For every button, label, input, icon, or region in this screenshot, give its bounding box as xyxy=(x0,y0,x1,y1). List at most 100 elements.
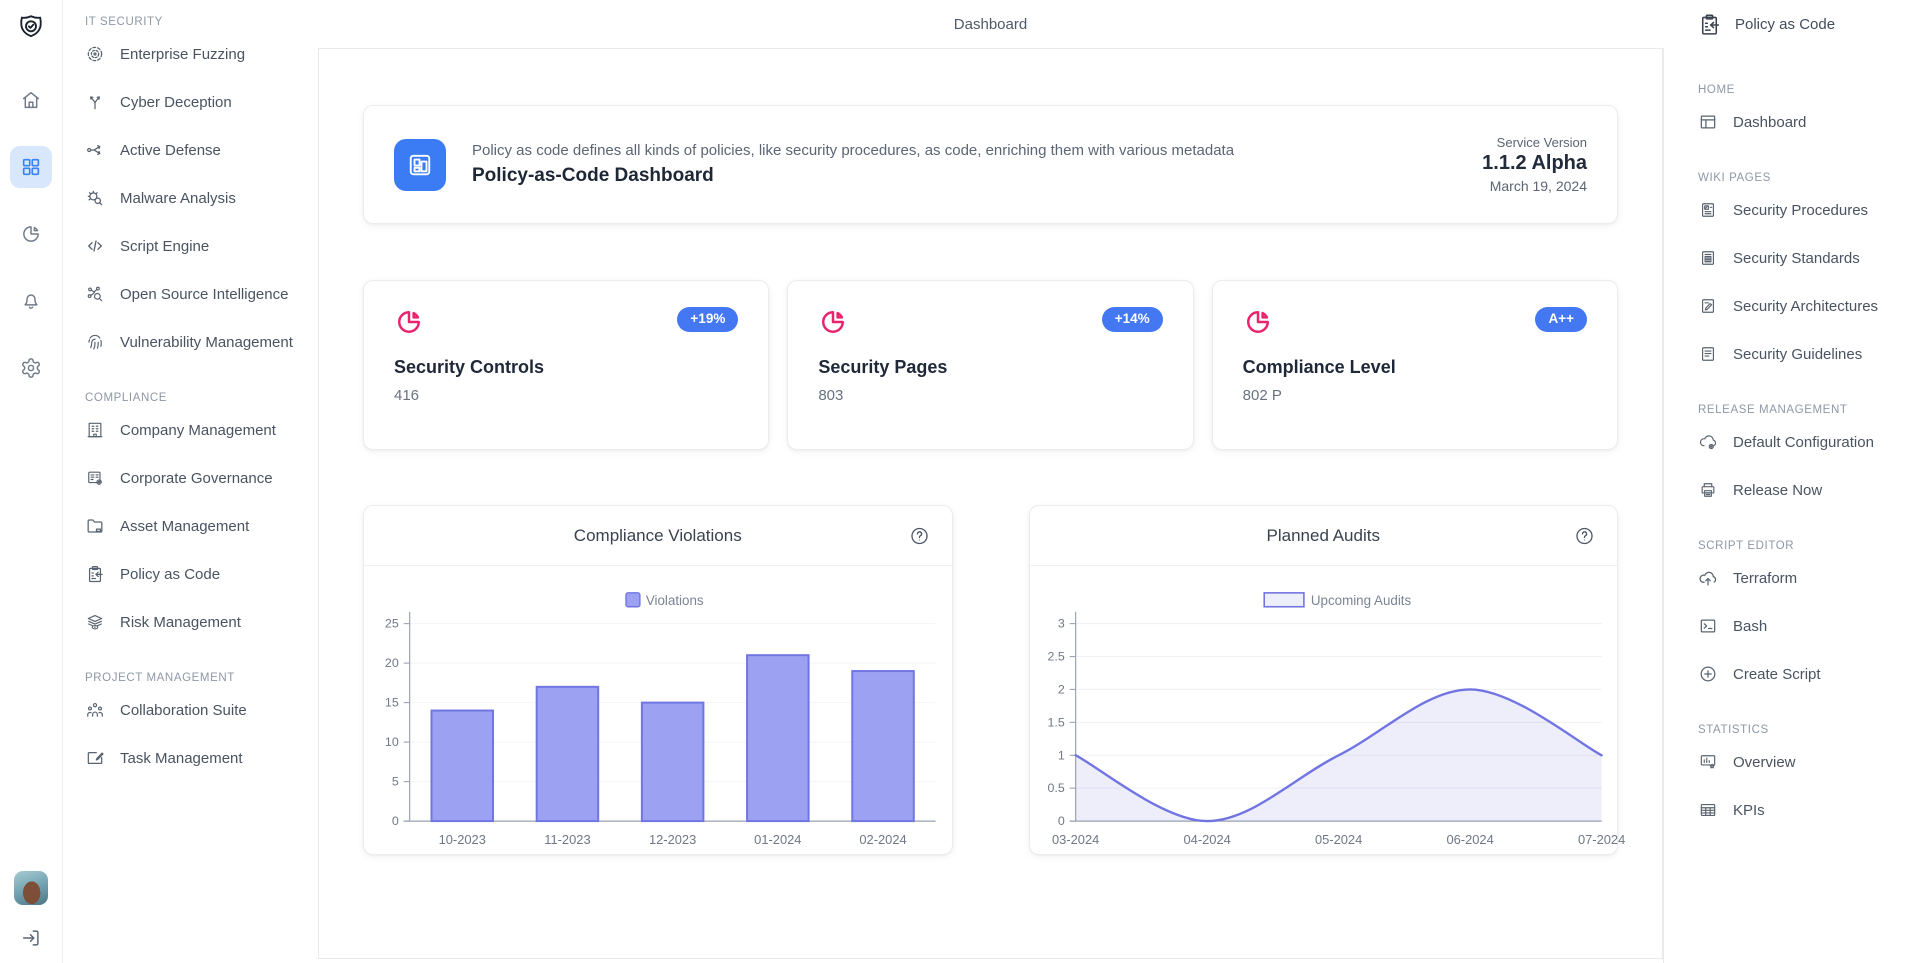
nav-item-label: Overview xyxy=(1733,754,1796,771)
chart-card-line: Planned Audits00.511.522.5303-202404-202… xyxy=(1029,505,1619,855)
stat-badge: +19% xyxy=(677,307,738,332)
nav-item-overview[interactable]: Overview xyxy=(1698,738,1908,786)
nav-item-label: Risk Management xyxy=(120,614,241,631)
nav-item-label: Asset Management xyxy=(120,518,249,535)
nav-item-label: Security Standards xyxy=(1733,250,1860,267)
document-gear-icon xyxy=(85,468,105,488)
nav-item-label: Bash xyxy=(1733,618,1767,635)
nav-item-active-defense[interactable]: Active Defense xyxy=(85,126,300,174)
rail-item-home-icon[interactable] xyxy=(10,79,52,121)
stat-title: Security Pages xyxy=(818,357,1162,378)
nav-item-asset-management[interactable]: Asset Management xyxy=(85,502,300,550)
main-panel: Policy as code defines all kinds of poli… xyxy=(318,48,1663,959)
header-card-description: Policy as code defines all kinds of poli… xyxy=(472,142,1234,159)
window-layout-icon xyxy=(1698,112,1718,132)
svg-text:0.5: 0.5 xyxy=(1047,781,1064,795)
network-search-icon xyxy=(85,284,105,304)
nav-section: SCRIPT EDITOR Terraform Bash Create Script xyxy=(1698,540,1908,698)
stat-badge: +14% xyxy=(1102,307,1163,332)
nav-item-risk-management[interactable]: Risk Management xyxy=(85,598,300,646)
svg-text:0: 0 xyxy=(1057,814,1064,828)
service-version-value: 1.1.2 Alpha xyxy=(1482,152,1587,175)
edit-board-icon xyxy=(85,748,105,768)
nav-item-security-architectures[interactable]: Security Architectures xyxy=(1698,282,1908,330)
nav-item-label: Security Guidelines xyxy=(1733,346,1862,363)
building-icon xyxy=(85,420,105,440)
nav-item-cyber-deception[interactable]: Cyber Deception xyxy=(85,78,300,126)
nav-item-release-now[interactable]: Release Now xyxy=(1698,466,1908,514)
nav-section-header: WIKI PAGES xyxy=(1698,172,1908,184)
nav-item-corporate-governance[interactable]: Corporate Governance xyxy=(85,454,300,502)
nav-item-default-configuration[interactable]: Default Configuration xyxy=(1698,418,1908,466)
nav-section: IT SECURITYEnterprise FuzzingCyber Decep… xyxy=(85,16,300,366)
help-icon[interactable] xyxy=(1574,525,1595,546)
service-version-block: Service Version 1.1.2 Alpha March 19, 20… xyxy=(1482,135,1587,194)
rail-item-grid-icon[interactable] xyxy=(10,146,52,188)
rail-item-gear-icon[interactable] xyxy=(10,347,52,389)
nav-item-open-source-intelligence[interactable]: Open Source Intelligence xyxy=(85,270,300,318)
svg-text:2.5: 2.5 xyxy=(1047,650,1064,664)
nav-item-kpis[interactable]: KPIs xyxy=(1698,786,1908,834)
nav-item-collaboration-suite[interactable]: Collaboration Suite xyxy=(85,686,300,734)
nav-item-dashboard[interactable]: Dashboard xyxy=(1698,98,1908,146)
svg-text:01-2024: 01-2024 xyxy=(754,832,801,847)
users-icon xyxy=(85,700,105,720)
nav-item-security-procedures[interactable]: Security Procedures xyxy=(1698,186,1908,234)
svg-text:02-2024: 02-2024 xyxy=(859,832,906,847)
rail-item-pie-chart-icon[interactable] xyxy=(10,213,52,255)
nav-item-create-script[interactable]: Create Script xyxy=(1698,650,1908,698)
app-root: IT SECURITYEnterprise FuzzingCyber Decep… xyxy=(0,0,1920,963)
chart-title: Planned Audits xyxy=(1267,526,1380,546)
user-avatar[interactable] xyxy=(14,871,48,905)
presentation-chart-icon xyxy=(1698,752,1718,772)
main-column: Dashboard Policy as code defines all kin… xyxy=(318,0,1663,963)
svg-text:5: 5 xyxy=(392,775,399,789)
doc-grid-icon xyxy=(1698,248,1718,268)
svg-text:05-2024: 05-2024 xyxy=(1314,832,1361,847)
nav-item-company-management[interactable]: Company Management xyxy=(85,406,300,454)
stat-card-top: +19% xyxy=(394,307,738,337)
logout-icon[interactable] xyxy=(20,927,42,949)
nav-item-security-guidelines[interactable]: Security Guidelines xyxy=(1698,330,1908,378)
chart-card-bar: Compliance Violations051015202510-202311… xyxy=(363,505,953,855)
stat-card-top: A++ xyxy=(1243,307,1587,337)
stats-row: +19%Security Controls416+14%Security Pag… xyxy=(363,280,1618,450)
left-rail xyxy=(0,0,63,963)
bell-icon xyxy=(20,290,42,312)
nav-item-vulnerability-management[interactable]: Vulnerability Management xyxy=(85,318,300,366)
svg-text:11-2023: 11-2023 xyxy=(544,832,590,847)
stat-value: 803 xyxy=(818,387,1162,404)
nav-item-enterprise-fuzzing[interactable]: Enterprise Fuzzing xyxy=(85,30,300,78)
nav-item-task-management[interactable]: Task Management xyxy=(85,734,300,782)
nav-item-label: KPIs xyxy=(1733,802,1765,819)
nav-item-policy-as-code[interactable]: Policy as Code xyxy=(85,550,300,598)
nav-section: WIKI PAGES Security Procedures Security St… xyxy=(1698,172,1908,378)
svg-text:03-2024: 03-2024 xyxy=(1052,832,1099,847)
folder-icon xyxy=(85,516,105,536)
header-card-title: Policy-as-Code Dashboard xyxy=(472,165,1234,187)
dashboard-tile-icon xyxy=(405,150,435,180)
help-icon[interactable] xyxy=(909,525,930,546)
nav-item-terraform[interactable]: Terraform xyxy=(1698,554,1908,602)
nav-section: RELEASE MANAGEMENTDefault ConfigurationR… xyxy=(1698,404,1908,514)
nav-section-header: STATISTICS xyxy=(1698,724,1908,736)
stat-title: Compliance Level xyxy=(1243,357,1587,378)
nav-section: COMPLIANCECompany ManagementCorporate Go… xyxy=(85,392,300,646)
grid-icon xyxy=(20,156,42,178)
nav-item-malware-analysis[interactable]: Malware Analysis xyxy=(85,174,300,222)
pie-slice-icon xyxy=(394,307,424,337)
nav-section-header: SCRIPT EDITOR xyxy=(1698,540,1908,552)
nav-item-security-standards[interactable]: Security Standards xyxy=(1698,234,1908,282)
doc-edit-icon xyxy=(1698,296,1718,316)
nav-item-label: Corporate Governance xyxy=(120,470,273,487)
flow-arrows-icon xyxy=(85,140,105,160)
printer-icon xyxy=(1698,480,1718,500)
nav-item-script-engine[interactable]: Script Engine xyxy=(85,222,300,270)
nav-item-bash[interactable]: Bash xyxy=(1698,602,1908,650)
service-version-label: Service Version xyxy=(1482,135,1587,150)
rail-item-bell-icon[interactable] xyxy=(10,280,52,322)
nav-item-label: Enterprise Fuzzing xyxy=(120,46,245,63)
clipboard-policy-icon xyxy=(85,564,105,584)
branch-icon xyxy=(85,92,105,112)
chart-body: 051015202510-202311-202312-202301-202402… xyxy=(364,566,952,852)
